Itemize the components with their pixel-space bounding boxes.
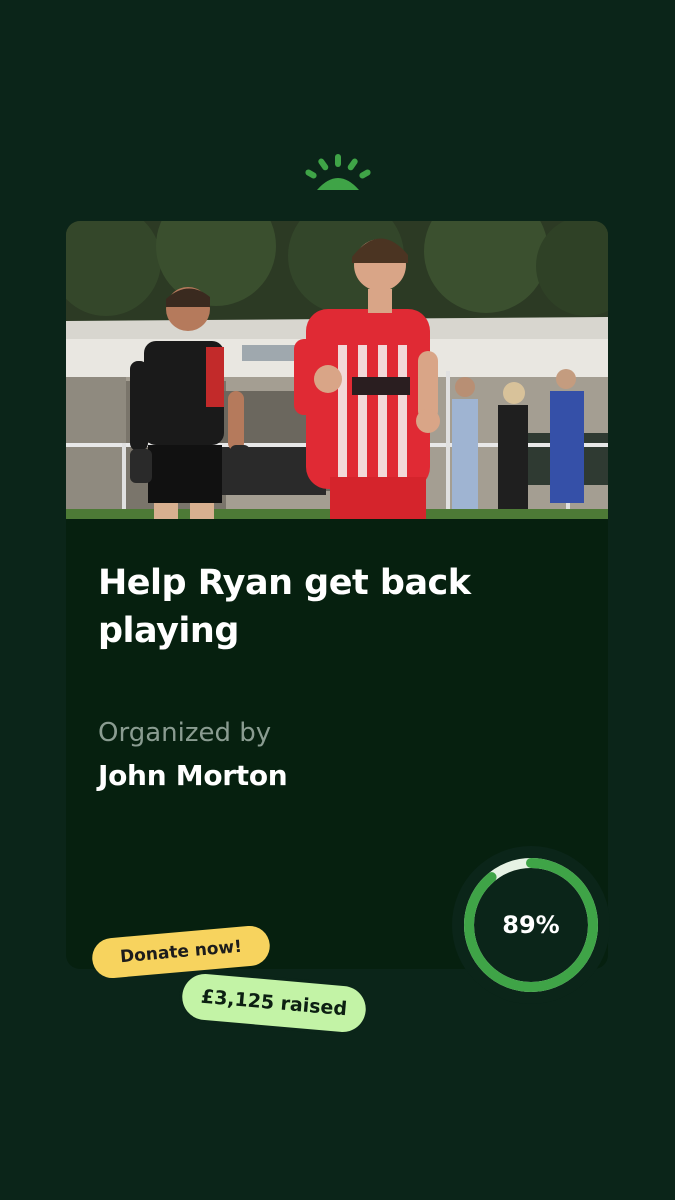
progress-ring: 89% bbox=[450, 844, 612, 1006]
logo-sun-icon bbox=[305, 154, 371, 190]
amount-raised-badge: £3,125 raised bbox=[180, 972, 368, 1034]
campaign-photo bbox=[66, 221, 608, 519]
campaign-title: Help Ryan get back playing bbox=[98, 563, 471, 651]
organizer-name[interactable]: John Morton bbox=[98, 757, 288, 795]
progress-percent: 89% bbox=[502, 911, 560, 939]
organizer-label: Organized by bbox=[98, 718, 272, 748]
